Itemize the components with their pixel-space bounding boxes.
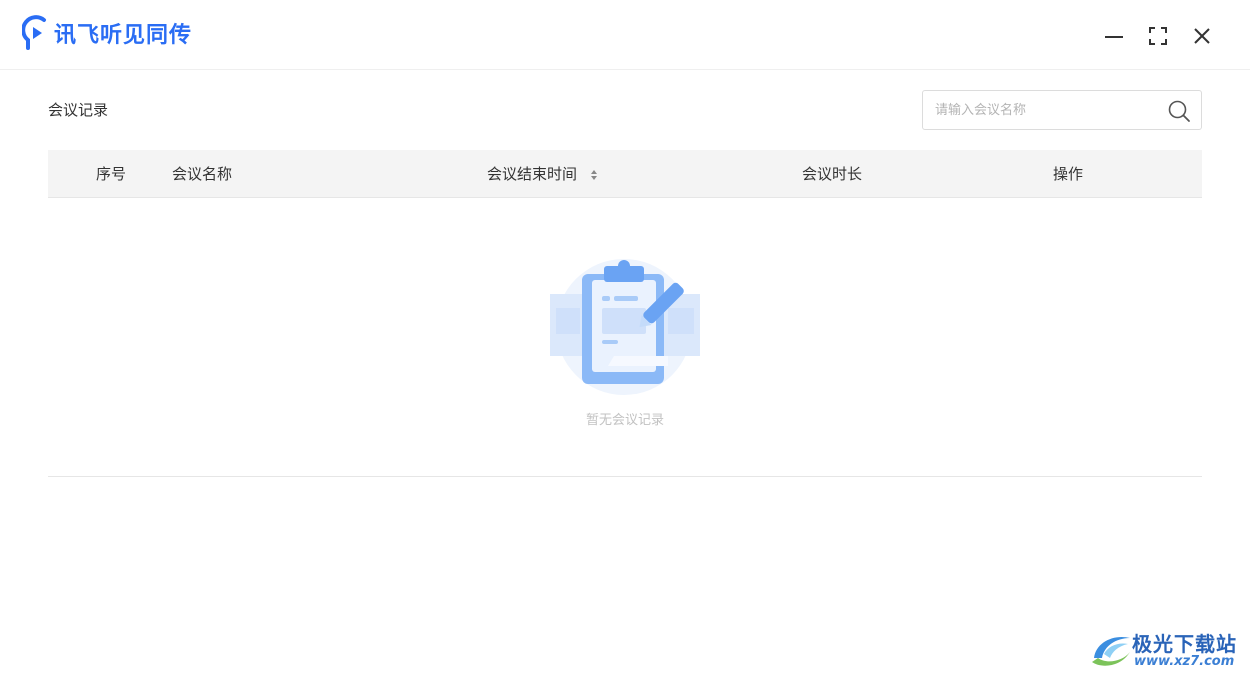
table-body: 暂无会议记录 [48,198,1202,477]
app-logo: 讯飞听见同传 [22,14,192,52]
minimize-button[interactable] [1102,24,1126,48]
column-header-end-time[interactable]: 会议结束时间 [487,150,598,198]
column-header-actions: 操作 [1053,165,1084,183]
close-button[interactable] [1190,24,1214,48]
sort-icon[interactable] [590,169,598,181]
column-header-end-time-label: 会议结束时间 [487,165,578,183]
aurora-logo-icon [1092,636,1130,666]
search-input[interactable] [935,91,1155,129]
search-icon[interactable] [1167,99,1191,123]
ear-logo-icon [22,15,46,50]
clipboard-pen-illustration [550,259,700,395]
close-icon [1194,28,1210,44]
page-title: 会议记录 [48,101,109,119]
app-title: 讯飞听见同传 [54,23,193,48]
table-header: 序号 会议名称 会议结束时间 会议时长 操作 [48,150,1202,198]
maximize-icon [1149,27,1167,45]
minimize-icon [1105,36,1123,38]
title-bar: 讯飞听见同传 [0,0,1250,70]
maximize-button[interactable] [1146,24,1170,48]
app-window: 讯飞听见同传 会议记录 序号 会议名称 [0,0,1250,680]
search-box [922,90,1202,130]
watermark-url: www.xz7.com [1134,654,1235,669]
watermark-name: 极光下载站 [1132,632,1237,656]
empty-state-text: 暂无会议记录 [585,413,664,428]
column-header-index: 序号 [96,165,127,183]
column-header-meeting-name: 会议名称 [172,165,233,183]
watermark: 极光下载站 www.xz7.com [1090,626,1245,674]
column-header-duration: 会议时长 [802,165,863,183]
